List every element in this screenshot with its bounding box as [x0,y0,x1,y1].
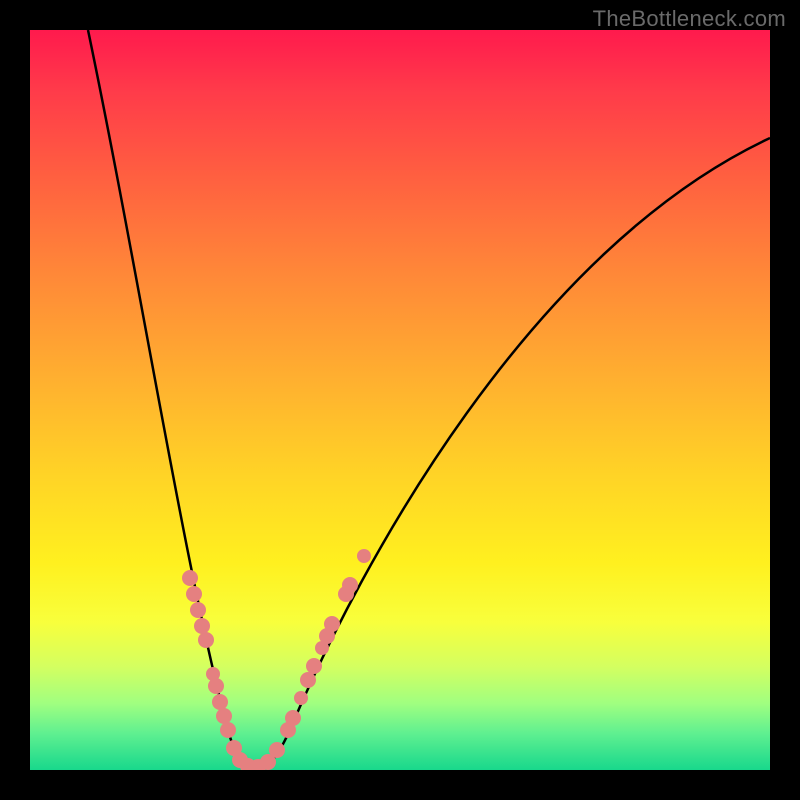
data-point [269,742,285,758]
data-point [285,710,301,726]
data-point [342,577,358,593]
data-point [190,602,206,618]
data-point [220,722,236,738]
data-point [294,691,308,705]
data-point [186,586,202,602]
data-point [198,632,214,648]
bottleneck-curve-plot [30,30,770,770]
bottleneck-curve [88,30,770,768]
chart-frame [30,30,770,770]
data-point [300,672,316,688]
data-point [208,678,224,694]
data-point [216,708,232,724]
data-point [306,658,322,674]
data-point [324,616,340,632]
data-point [357,549,371,563]
data-point [194,618,210,634]
data-point [212,694,228,710]
data-point [182,570,198,586]
watermark-text: TheBottleneck.com [593,6,786,32]
